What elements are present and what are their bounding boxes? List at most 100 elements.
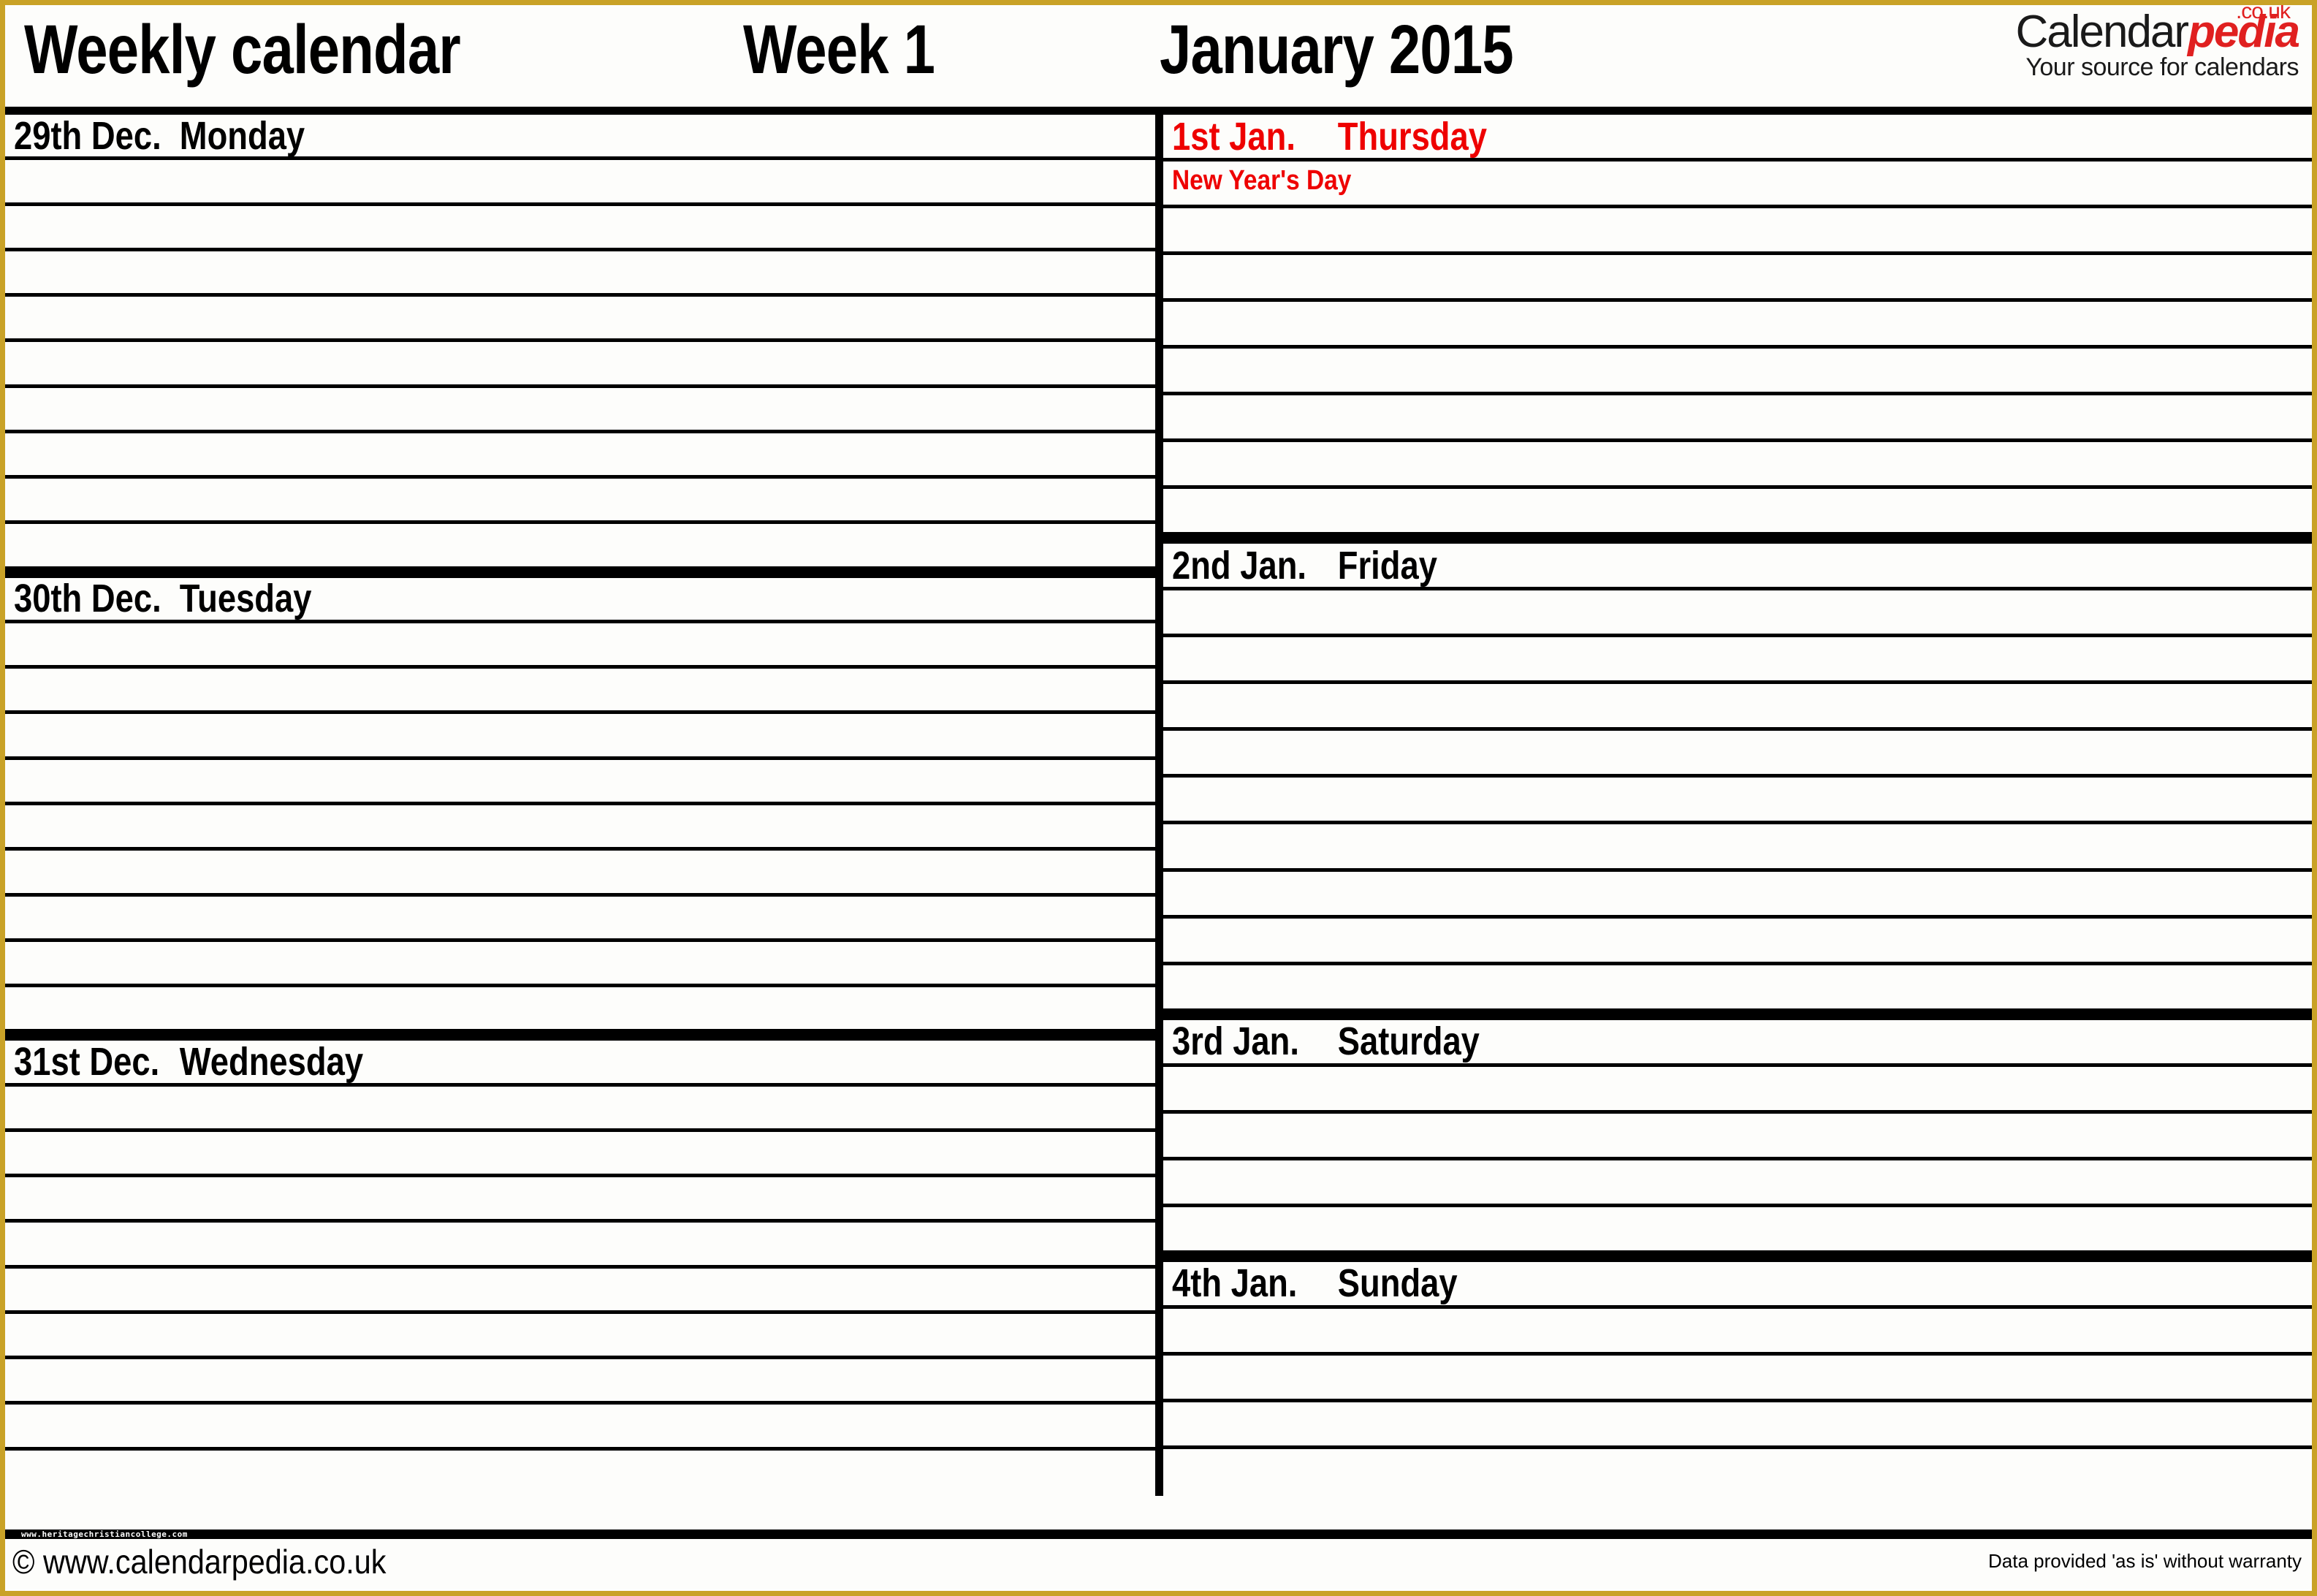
page-title: Weekly calendar [24, 11, 461, 88]
calendar-grid: 29th Dec. Monday 30th Dec. Tuesday 31st Dec.… [5, 115, 2312, 1496]
entry-row[interactable] [5, 387, 1155, 433]
entry-row[interactable] [1163, 684, 2312, 732]
day-header-row: 3rd Jan. Saturday [1163, 1019, 2312, 1067]
entry-row[interactable] [1163, 1066, 2312, 1114]
footer-divider: www.heritagechristiancollege.com [5, 1530, 2312, 1539]
entry-row[interactable] [5, 896, 1155, 942]
entry-row[interactable] [5, 759, 1155, 805]
entry-row[interactable] [1163, 1308, 2312, 1356]
day-weekday-label: Tuesday [179, 577, 312, 621]
calendarpedia-logo[interactable]: Calendarpedia .co.uk Your source for cal… [1933, 5, 2300, 94]
entry-row[interactable] [1163, 590, 2312, 638]
footer-spacer [5, 1496, 2312, 1530]
entry-row[interactable]: New Year's Day [1163, 162, 2312, 209]
day-date-label: 30th Dec. [14, 577, 161, 621]
entry-row[interactable] [1163, 489, 2312, 536]
entry-row[interactable] [1163, 395, 2312, 443]
entry-row[interactable] [5, 1405, 1155, 1451]
watermark-text: www.heritagechristiancollege.com [21, 1530, 188, 1539]
entry-row[interactable] [1163, 255, 2312, 303]
entry-row[interactable] [1163, 824, 2312, 872]
day-weekday-label: Monday [179, 115, 305, 158]
calendar-column-left: 29th Dec. Monday 30th Dec. Tuesday 31st Dec.… [5, 115, 1155, 1496]
holiday-label: New Year's Day [1172, 165, 1352, 197]
day-block: 31st Dec. Wednesday [5, 1033, 1155, 1496]
day-block: 2nd Jan. Friday [1163, 536, 2312, 1012]
entry-row[interactable] [1163, 349, 2312, 396]
entry-row[interactable] [1163, 1402, 2312, 1449]
entry-row[interactable] [1163, 302, 2312, 349]
page-footer: www.heritagechristiancollege.com © www.c… [5, 1496, 2312, 1587]
entry-row[interactable] [5, 433, 1155, 479]
entry-row[interactable] [1163, 1113, 2312, 1160]
day-date-label: 1st Jan. [1172, 115, 1296, 159]
logo-tld: .co.uk [2235, 0, 2291, 23]
entry-row[interactable] [5, 297, 1155, 343]
entry-row[interactable] [5, 987, 1155, 1033]
day-header-row: 31st Dec. Wednesday [5, 1041, 1155, 1087]
entry-row[interactable] [5, 669, 1155, 715]
day-date-label: 3rd Jan. [1172, 1019, 1299, 1064]
entry-row[interactable] [1163, 1206, 2312, 1254]
entry-row[interactable] [1163, 778, 2312, 825]
day-weekday-label: Thursday [1337, 115, 1487, 159]
week-number-label: Week 1 [743, 11, 935, 88]
day-block: 29th Dec. Monday [5, 115, 1155, 570]
day-header-row: 30th Dec. Tuesday [5, 577, 1155, 623]
entry-row[interactable] [1163, 208, 2312, 256]
entry-row[interactable] [5, 941, 1155, 988]
day-date-label: 31st Dec. [14, 1041, 160, 1084]
entry-row[interactable] [5, 524, 1155, 570]
column-divider [1155, 115, 1163, 1496]
day-weekday-label: Sunday [1337, 1261, 1458, 1306]
warranty-notice: Data provided 'as is' without warranty [1987, 1550, 2302, 1572]
entry-row[interactable] [1163, 731, 2312, 778]
entry-row[interactable] [5, 623, 1155, 669]
copyright-link[interactable]: © www.calendarpedia.co.uk [12, 1540, 386, 1583]
entry-row[interactable] [5, 1268, 1155, 1314]
day-header-row: 29th Dec. Monday [5, 115, 1155, 161]
day-header-row: 4th Jan. Sunday [1163, 1261, 2312, 1309]
entry-row[interactable] [5, 1450, 1155, 1496]
entry-row[interactable] [5, 1313, 1155, 1360]
entry-row[interactable] [1163, 1160, 2312, 1207]
entry-row[interactable] [5, 342, 1155, 388]
day-weekday-label: Friday [1337, 544, 1437, 588]
entry-row[interactable] [5, 1359, 1155, 1405]
entry-row[interactable] [1163, 637, 2312, 685]
entry-row[interactable] [5, 479, 1155, 525]
entry-row[interactable] [5, 1086, 1155, 1132]
weekly-calendar-page: Weekly calendar Week 1 January 2015 Cale… [0, 0, 2317, 1596]
entry-row[interactable] [5, 1131, 1155, 1178]
day-date-label: 4th Jan. [1172, 1261, 1298, 1306]
day-weekday-label: Wednesday [179, 1041, 364, 1084]
entry-row[interactable] [1163, 965, 2312, 1012]
day-date-label: 29th Dec. [14, 115, 161, 158]
entry-row[interactable] [5, 805, 1155, 851]
entry-row[interactable] [1163, 871, 2312, 919]
entry-row[interactable] [5, 851, 1155, 897]
entry-row[interactable] [1163, 918, 2312, 965]
entry-row[interactable] [5, 160, 1155, 206]
page-header: Weekly calendar Week 1 January 2015 Cale… [5, 5, 2312, 115]
day-header-row: 1st Jan. Thursday [1163, 115, 2312, 162]
entry-row[interactable] [1163, 1448, 2312, 1496]
entry-row[interactable] [5, 205, 1155, 251]
calendar-column-right: 1st Jan. Thursday New Year's Day 2nd Jan. Fr… [1163, 115, 2312, 1496]
day-weekday-label: Saturday [1337, 1019, 1480, 1064]
footer-text-row: © www.calendarpedia.co.uk Data provided … [5, 1539, 2312, 1587]
day-date-label: 2nd Jan. [1172, 544, 1307, 588]
day-block: 3rd Jan. Saturday [1163, 1011, 2312, 1254]
entry-row[interactable] [5, 714, 1155, 760]
entry-row[interactable] [5, 1177, 1155, 1223]
day-block: 1st Jan. Thursday New Year's Day [1163, 115, 2312, 536]
entry-row[interactable] [1163, 1355, 2312, 1402]
logo-tagline: Your source for calendars [2025, 53, 2299, 81]
entry-row[interactable] [5, 251, 1155, 297]
month-year-label: January 2015 [1160, 11, 1514, 88]
entry-row[interactable] [5, 1223, 1155, 1269]
day-block: 30th Dec. Tuesday [5, 569, 1155, 1033]
logo-brand-main: Calendar [2015, 7, 2189, 57]
day-block: 4th Jan. Sunday [1163, 1253, 2312, 1496]
entry-row[interactable] [1163, 442, 2312, 490]
